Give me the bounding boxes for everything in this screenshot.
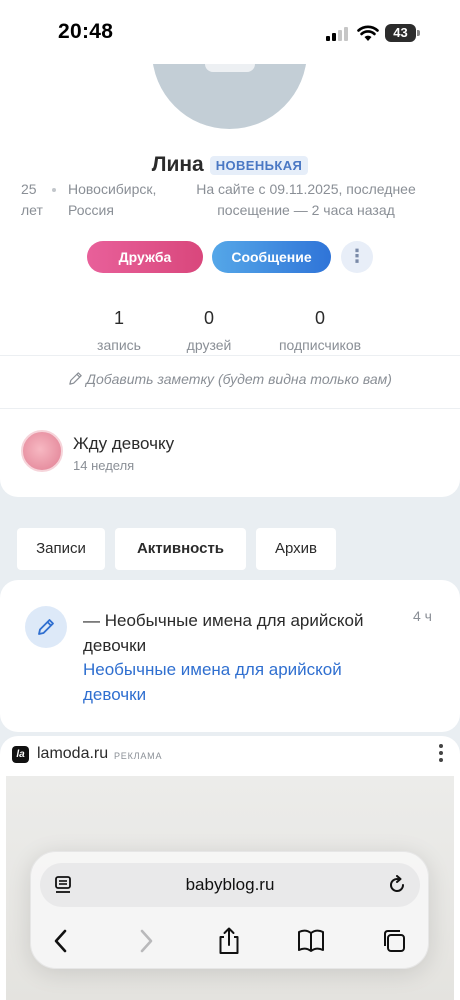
activity-item: — Необычные имена для арийской девочки Н… (0, 580, 460, 732)
edit-activity-icon (25, 606, 67, 648)
cellular-signal-icon (326, 27, 350, 41)
stat-subscribers[interactable]: 0 подписчиков (265, 308, 375, 353)
browser-toolbar: babyblog.ru (30, 851, 429, 969)
friend-button[interactable]: Дружба (87, 241, 203, 273)
battery-icon: 43 (385, 24, 420, 42)
url-text[interactable]: babyblog.ru (40, 863, 420, 907)
more-options-button[interactable]: ⋮ (341, 241, 373, 273)
pencil-icon (38, 619, 54, 635)
profile-location: Новосибирск, Россия (68, 179, 178, 221)
country-name: Россия (68, 202, 114, 218)
forward-icon[interactable] (131, 926, 161, 956)
lamoda-logo: la (12, 746, 29, 763)
bookmarks-icon[interactable] (296, 926, 326, 956)
profile-visit-info: На сайте с 09.11.2025, последнее посещен… (186, 179, 426, 221)
profile-name-row: Лина НОВЕНЬКАЯ (0, 153, 460, 177)
avatar-silhouette (205, 64, 255, 72)
stat-label: друзей (186, 337, 232, 353)
stat-value: 0 (203, 308, 214, 328)
status-bar: 20:48 43 (0, 0, 460, 64)
visit-line-2: посещение — 2 часа назад (217, 202, 395, 218)
reload-icon[interactable] (387, 875, 407, 895)
pregnancy-icon (21, 430, 63, 472)
ad-domain[interactable]: lamoda.ru (37, 745, 108, 763)
stat-friends[interactable]: 0 друзей (154, 308, 264, 353)
pregnancy-week: 14 неделя (73, 458, 135, 473)
activity-text: — Необычные имена для арийской девочки (83, 611, 364, 655)
stat-value: 0 (314, 308, 325, 328)
avatar[interactable] (152, 64, 307, 129)
profile-card: Лина НОВЕНЬКАЯ 25 лет Новосибирск, Россия… (0, 64, 460, 497)
divider (0, 408, 460, 409)
activity-time: 4 ч (413, 608, 432, 624)
address-bar[interactable]: babyblog.ru (40, 863, 420, 907)
city-name: Новосибирск, (68, 181, 157, 197)
status-time: 20:48 (58, 20, 114, 43)
tab-archive[interactable]: Архив (256, 528, 336, 570)
add-note-label: Добавить заметку (будет видна только вам… (86, 371, 392, 387)
ad-label: РЕКЛАМА (114, 751, 163, 761)
age-value: 25 (21, 181, 37, 197)
pregnancy-title[interactable]: Жду девочку (73, 434, 174, 454)
status-badge: НОВЕНЬКАЯ (209, 155, 309, 175)
divider (0, 355, 460, 356)
ad-more-options-icon[interactable] (437, 744, 445, 764)
profile-name: Лина (151, 153, 204, 176)
visit-line-1: На сайте с 09.11.2025, последнее (196, 181, 416, 197)
back-icon[interactable] (46, 926, 76, 956)
tab-posts[interactable]: Записи (17, 528, 105, 570)
tab-activity[interactable]: Активность (115, 528, 246, 570)
pencil-icon (69, 372, 82, 385)
wifi-icon (357, 25, 379, 41)
stat-label: подписчиков (278, 337, 362, 353)
meta-separator-dot (52, 188, 56, 192)
add-note-link[interactable]: Добавить заметку (будет видна только вам… (0, 371, 460, 387)
activity-post-link[interactable]: Необычные имена для арийской девочки (83, 657, 393, 707)
age-unit: лет (21, 202, 43, 218)
message-button[interactable]: Сообщение (212, 241, 331, 273)
share-icon[interactable] (214, 926, 244, 956)
tabs-icon[interactable] (379, 926, 409, 956)
profile-age: 25 лет (21, 179, 51, 221)
